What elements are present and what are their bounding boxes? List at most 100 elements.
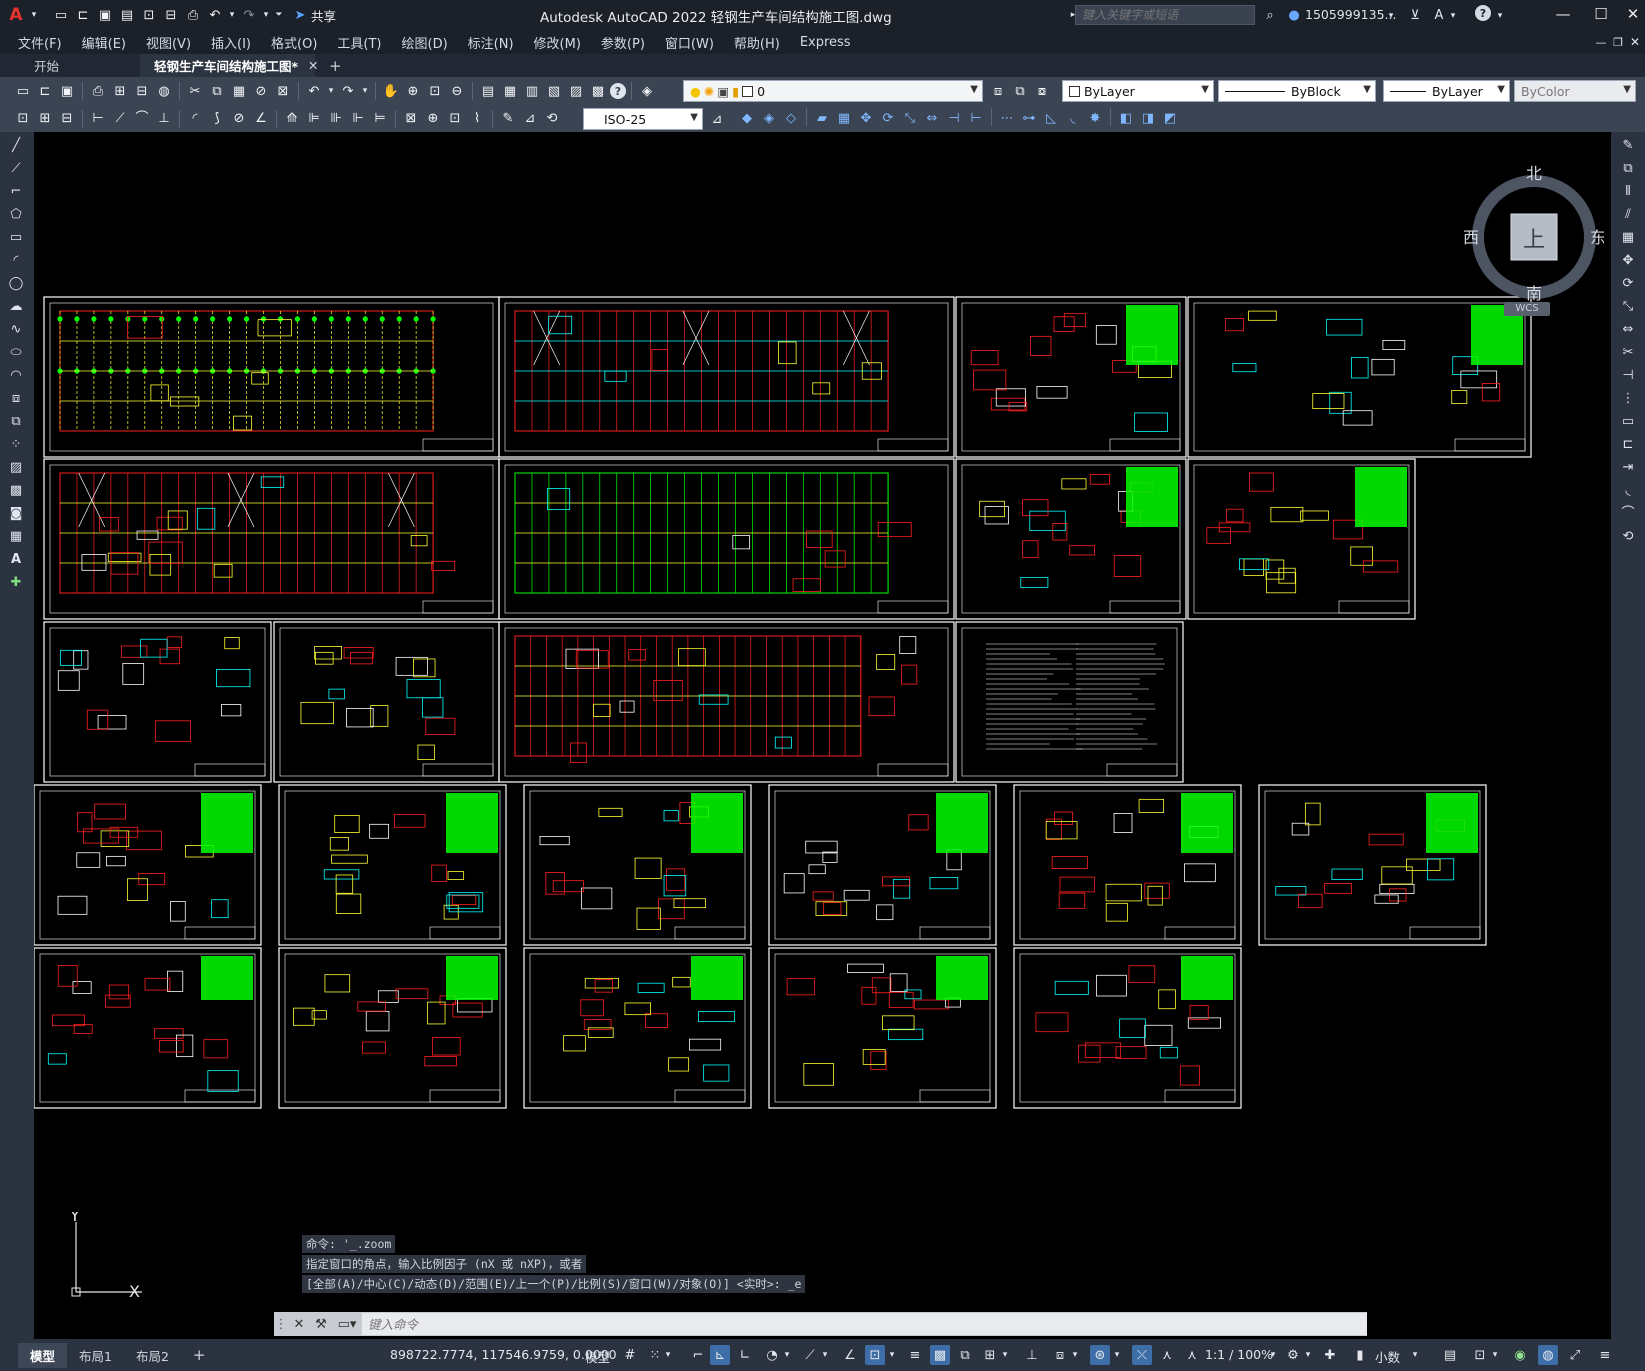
join-icon[interactable]: ⊶ <box>1019 108 1039 128</box>
dim-aligned-icon[interactable]: ⟋ <box>110 109 130 129</box>
qselect-icon[interactable]: ⊡ <box>13 109 33 129</box>
stretch-icon[interactable]: ⇔ <box>922 108 942 128</box>
redo-icon[interactable]: ↷ <box>239 5 259 25</box>
rotate-icon[interactable]: ⟳ <box>878 108 898 128</box>
move-tool-icon[interactable]: ✥ <box>1618 250 1638 270</box>
ortho-icon[interactable]: ∟ <box>735 1345 755 1365</box>
clean-screen-icon[interactable]: ⤢ <box>1565 1345 1585 1365</box>
color-combo[interactable]: ByLayer ▼ <box>1062 80 1214 102</box>
region-icon[interactable]: ◙ <box>6 503 26 523</box>
trim-tool-icon[interactable]: ✂ <box>1618 342 1638 362</box>
transparency-icon[interactable]: ▩ <box>930 1345 950 1365</box>
command-input[interactable] <box>362 1313 1367 1335</box>
dim-ordinate-icon[interactable]: ⊥ <box>154 109 174 129</box>
app-store-dropdown-icon[interactable]: ▾ <box>1448 6 1458 26</box>
3d-osnap-icon[interactable]: ⊞ <box>980 1345 1000 1365</box>
wcs-menu[interactable]: WCS <box>1504 302 1550 316</box>
match-properties-icon[interactable]: ⊘ <box>251 81 271 101</box>
quickcalc-icon[interactable]: ▩ <box>588 81 608 101</box>
compass-north[interactable]: 北 <box>1526 164 1542 183</box>
quick-dim-icon[interactable]: ⟰ <box>282 109 302 129</box>
make-block-icon[interactable]: ⧉ <box>6 411 26 431</box>
jogged-linear-icon[interactable]: ⌇ <box>467 109 487 129</box>
share-icon[interactable]: ➤ <box>290 5 310 25</box>
graphics-performance-icon[interactable]: ◍ <box>1538 1345 1558 1365</box>
break-point-icon[interactable]: ⋮ <box>1618 388 1638 408</box>
web-mobile-save-icon[interactable]: ⊟ <box>161 5 181 25</box>
dim-linear-icon[interactable]: ⊢ <box>88 109 108 129</box>
workspace-gear-icon[interactable]: ⚙ <box>1283 1345 1303 1365</box>
user-account[interactable]: 1505999135... <box>1305 7 1396 22</box>
sheet-set-icon[interactable]: ▧ <box>544 81 564 101</box>
share-button[interactable]: 共享 <box>311 6 336 25</box>
workspace-dropdown-icon[interactable]: ▾ <box>1303 1345 1313 1365</box>
layout-tab-model[interactable]: 模型 <box>18 1342 68 1368</box>
scale-dropdown-icon[interactable]: ▾ <box>1268 1345 1278 1365</box>
zoom-window-icon[interactable]: ⊡ <box>425 81 445 101</box>
revision-cloud-icon[interactable]: ☁ <box>6 296 26 316</box>
autocad-logo-icon[interactable]: A <box>6 5 26 25</box>
bring-front-icon[interactable]: ◨ <box>1138 108 1158 128</box>
undo-dropdown-icon[interactable]: ▾ <box>227 5 237 25</box>
gradient-icon[interactable]: ▩ <box>6 480 26 500</box>
recent-commands-icon[interactable]: ▭▾ <box>333 1314 361 1334</box>
polar-tracking-icon[interactable]: ◔ <box>762 1345 782 1365</box>
preview-icon[interactable]: ⊞ <box>110 81 130 101</box>
pan-icon[interactable]: ✋ <box>381 81 401 101</box>
new-file-icon[interactable]: ▭ <box>51 5 71 25</box>
tab-start[interactable]: 开始 <box>20 54 140 77</box>
cut-icon[interactable]: ✂ <box>185 81 205 101</box>
lineweight-icon[interactable]: ≡ <box>905 1345 925 1365</box>
zoom-previous-icon[interactable]: ⊖ <box>447 81 467 101</box>
rectangle-icon[interactable]: ▭ <box>6 227 26 247</box>
mirror-tool-icon[interactable]: ⫴ <box>1618 181 1638 201</box>
osnap-dropdown-icon[interactable]: ▾ <box>887 1345 897 1365</box>
chamfer-tool-icon[interactable]: ⇥ <box>1618 457 1638 477</box>
command-customize-icon[interactable]: ⚒ <box>311 1314 331 1334</box>
layout-tab-2[interactable]: 布局2 <box>124 1343 181 1368</box>
menu-help[interactable]: 帮助(H) <box>724 33 790 52</box>
close-icon[interactable]: ✕ <box>1622 4 1644 24</box>
markup-icon[interactable]: ▨ <box>566 81 586 101</box>
user-dropdown-icon[interactable]: ▾ <box>1386 6 1396 26</box>
quick-properties-icon[interactable]: ▤ <box>1440 1345 1460 1365</box>
gizmo-icon[interactable]: ⊛ <box>1090 1345 1110 1365</box>
menu-draw[interactable]: 绘图(D) <box>392 33 458 52</box>
help-dropdown-icon[interactable]: ▾ <box>1495 6 1505 26</box>
undo-icon-2[interactable]: ↶ <box>304 81 324 101</box>
web-mobile-open-icon[interactable]: ⊡ <box>139 5 159 25</box>
scale-icon[interactable]: ⤡ <box>900 108 920 128</box>
qnew-icon[interactable]: ▭ <box>13 81 33 101</box>
compass-south[interactable]: 南 <box>1526 284 1542 303</box>
drawing-canvas[interactable]: 上 北 南 东 西 WCS Y X <box>34 132 1611 1339</box>
dim-continue-icon[interactable]: ⊪ <box>326 109 346 129</box>
annotation-visibility-icon[interactable]: ⤬ <box>1132 1345 1152 1365</box>
snap-mode-icon[interactable]: ⁙ <box>645 1345 665 1365</box>
search-input[interactable] <box>1075 5 1255 25</box>
redo-dropdown-icon[interactable]: ▾ <box>261 5 271 25</box>
copy-icon[interactable]: ⧉ <box>207 81 227 101</box>
units-dropdown-icon[interactable]: ▾ <box>1410 1345 1420 1365</box>
menu-express[interactable]: Express <box>790 35 861 50</box>
insert-block-icon[interactable]: ⧈ <box>6 388 26 408</box>
zoom-realtime-icon[interactable]: ⊕ <box>403 81 423 101</box>
dim-arc-icon[interactable]: ⌒ <box>132 109 152 129</box>
polygon-icon[interactable]: ⬠ <box>6 204 26 224</box>
extend-icon[interactable]: ⊢ <box>966 108 986 128</box>
grid-icon[interactable]: # <box>620 1345 640 1365</box>
menu-tools[interactable]: 工具(T) <box>327 33 391 52</box>
array-tool-icon[interactable]: ▦ <box>1618 227 1638 247</box>
snap-dropdown-icon[interactable]: ▾ <box>663 1345 673 1365</box>
viewcube[interactable]: 上 北 南 东 西 <box>1464 147 1604 307</box>
mirror-icon[interactable]: ◇ <box>781 108 801 128</box>
isodraft-icon[interactable]: ⟋ <box>800 1345 820 1365</box>
inspect-icon[interactable]: ⊡ <box>445 109 465 129</box>
draw-order-icon[interactable]: ◧ <box>1116 108 1136 128</box>
group-icon[interactable]: ⊞ <box>35 109 55 129</box>
annotation-scale-icon[interactable]: ⋏ <box>1182 1345 1202 1365</box>
stretch-tool-icon[interactable]: ⇔ <box>1618 319 1638 339</box>
tool-palettes-icon[interactable]: ▥ <box>522 81 542 101</box>
extend-tool-icon[interactable]: ⊣ <box>1618 365 1638 385</box>
properties-icon[interactable]: ▤ <box>478 81 498 101</box>
explode-icon[interactable]: ✸ <box>1085 108 1105 128</box>
